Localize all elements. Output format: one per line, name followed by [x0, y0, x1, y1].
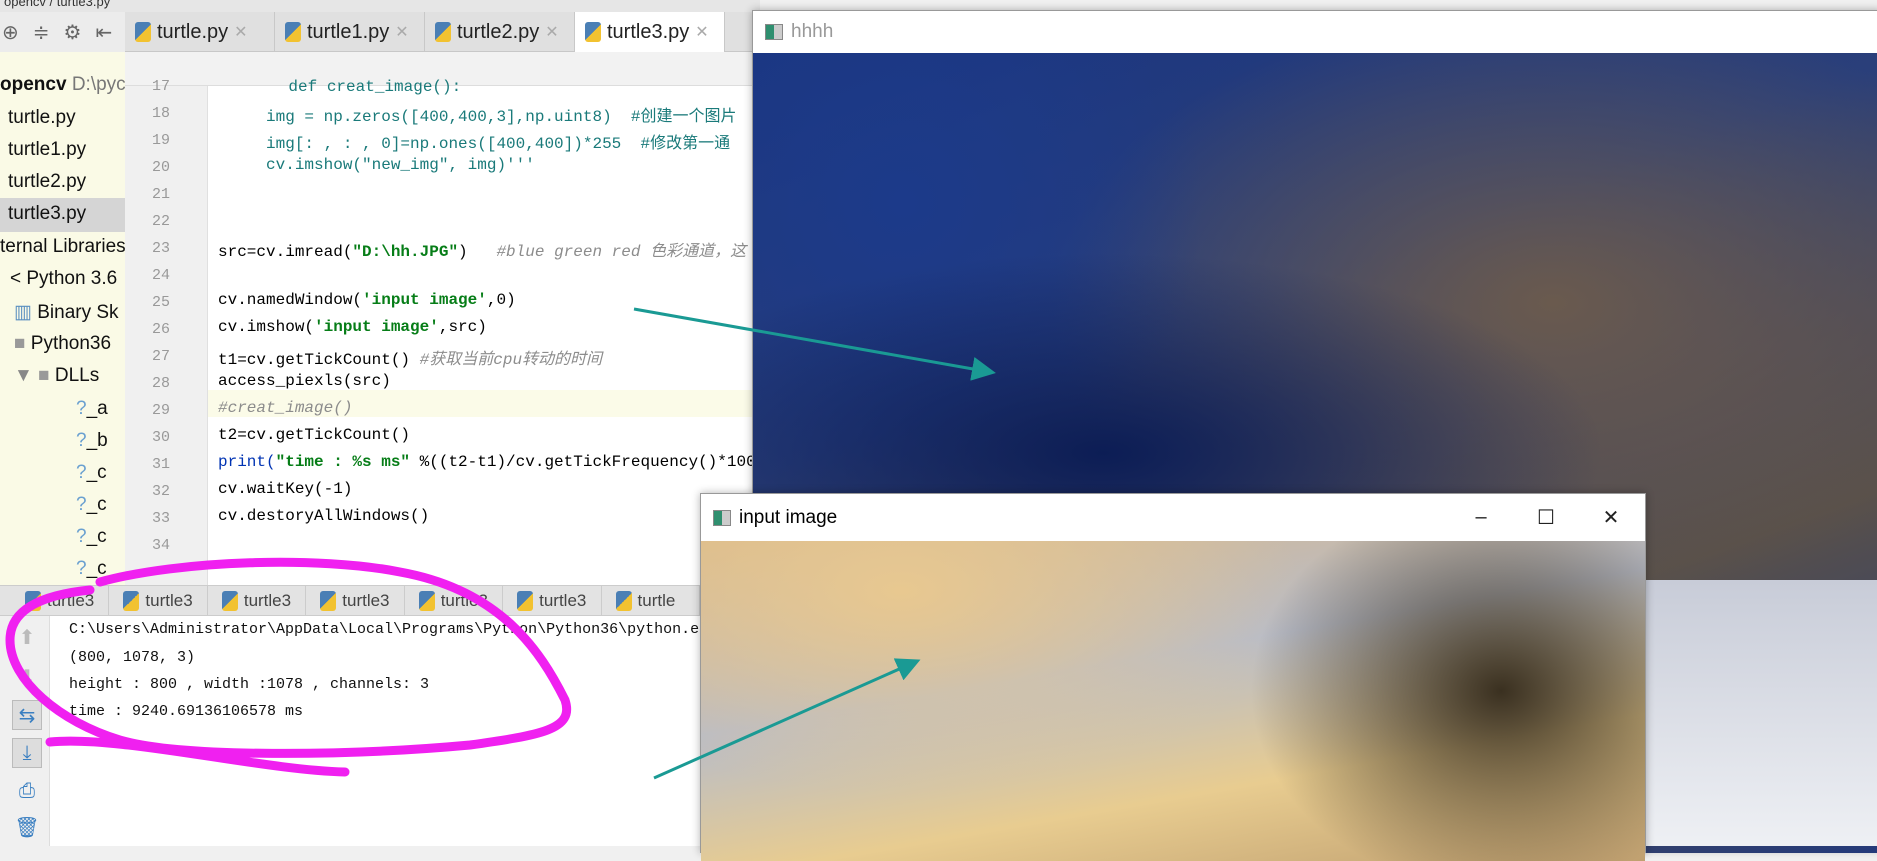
arrow-annotation — [653, 658, 921, 780]
circle-annotation — [5, 557, 572, 777]
annotation-overlay — [5, 307, 996, 780]
arrow-annotation — [633, 307, 996, 381]
